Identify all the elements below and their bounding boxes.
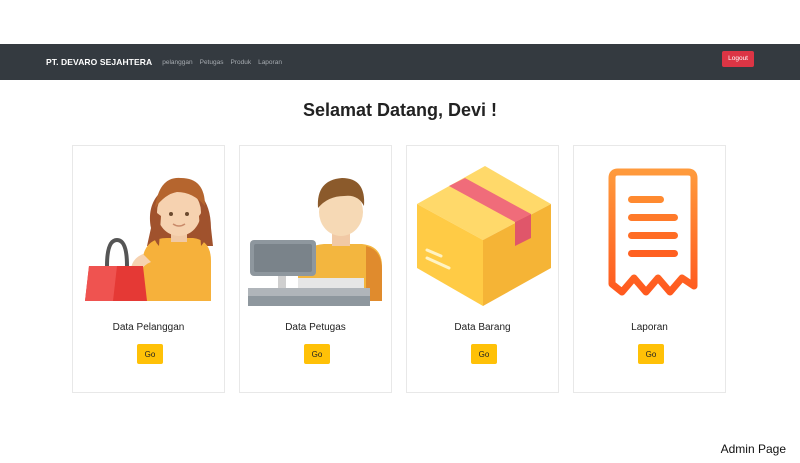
card-label: Laporan [631,322,668,333]
nav-link-pelanggan[interactable]: pelanggan [162,59,192,66]
welcome-heading: Selamat Datang, Devi ! [302,100,498,120]
go-button-laporan[interactable]: Go [638,344,664,364]
card-laporan: Laporan Go [573,145,726,393]
logout-button[interactable]: Logout [722,51,754,67]
receipt-icon [608,168,698,296]
cashier-man-icon [248,178,382,306]
go-button-pelanggan[interactable]: Go [137,344,163,364]
card-label: Data Petugas [285,322,346,333]
card-label: Data Pelanggan [112,322,185,333]
nav-link-produk[interactable]: Produk [230,59,251,66]
package-box-icon [417,166,551,306]
go-button-petugas[interactable]: Go [304,344,330,364]
card-data-pelanggan: Data Pelanggan Go [72,145,225,393]
card-data-petugas: Data Petugas Go [239,145,392,393]
brand-name[interactable]: PT. DEVARO SEJAHTERA [46,57,152,67]
nav-links: pelanggan Petugas Produk Laporan [162,59,289,66]
shopper-woman-icon [85,177,213,301]
nav-link-petugas[interactable]: Petugas [200,59,224,66]
nav-link-laporan[interactable]: Laporan [258,59,282,66]
card-label: Data Barang [454,322,511,333]
admin-page-label: Admin Page [720,442,786,456]
card-data-barang: Data Barang Go [406,145,559,393]
go-button-barang[interactable]: Go [471,344,497,364]
top-navbar: PT. DEVARO SEJAHTERA pelanggan Petugas P… [0,44,800,80]
